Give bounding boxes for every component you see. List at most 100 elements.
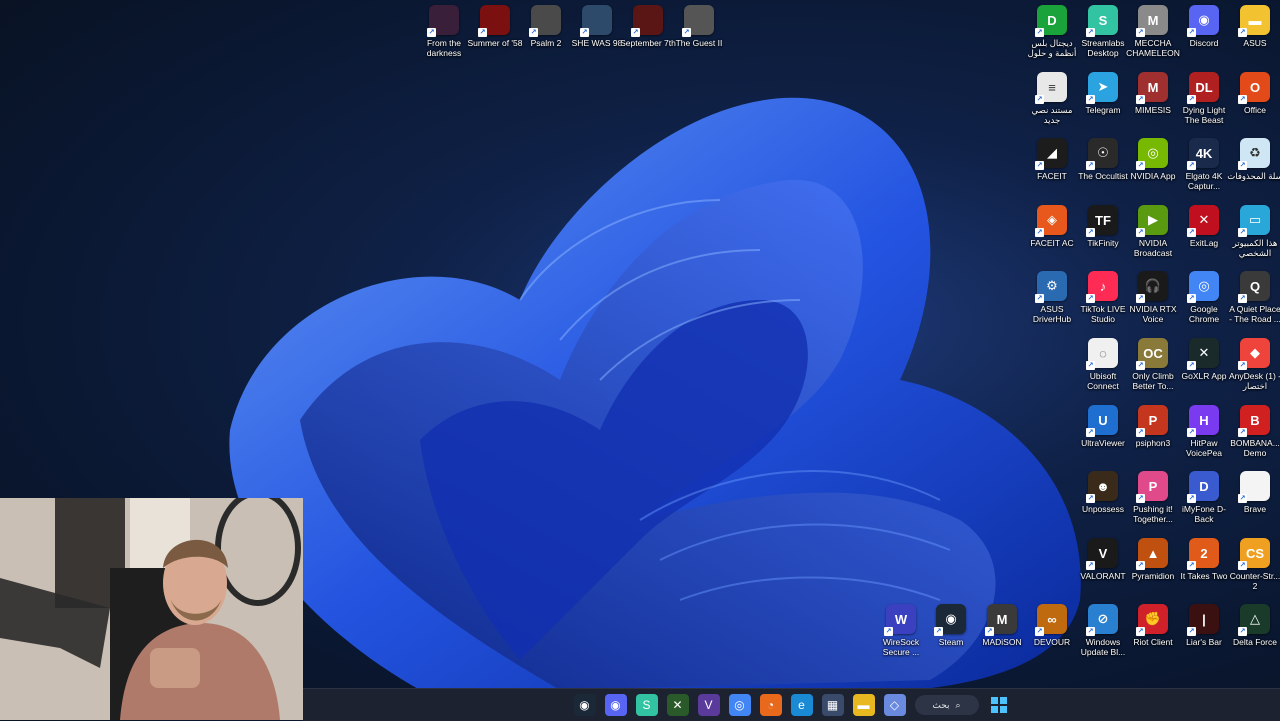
desktop-icon[interactable]: P ↗ Pushing it! Together... [1127,471,1179,524]
desktop-icon[interactable]: ◌ ↗ Ubisoft Connect [1077,338,1129,391]
desktop-icon[interactable]: ➤ ↗ Telegram [1077,72,1129,115]
taskbar-search[interactable]: بحث ⌕ [914,695,979,715]
faceit-icon: ◢ ↗ [1035,138,1067,170]
desktop-icon[interactable]: ↗ Psalm 2 [520,5,572,48]
desktop-icon[interactable]: ✊ ↗ Riot Client [1127,604,1179,647]
desktop-icon[interactable]: ↗ Summer of '58 [467,5,523,48]
tiktok-live-icon: ♪ ↗ [1086,271,1118,303]
streamlabs-taskbar-icon[interactable]: S [635,694,658,716]
desktop-icon[interactable]: ⚙ ↗ ASUS DriverHub [1026,271,1078,324]
desktop-icon[interactable]: ◎ ↗ Google Chrome [1178,271,1230,324]
desktop-icon[interactable]: S ↗ Streamlabs Desktop [1077,5,1129,58]
desktop-icon[interactable]: OC ↗ Only Climb Better To... [1127,338,1179,391]
xbox-taskbar-icon[interactable]: ✕ [666,694,689,716]
bombana-icon: B ↗ [1238,405,1270,437]
shortcut-arrow-icon: ↗ [1187,561,1196,570]
desktop-icon[interactable]: P ↗ psiphon3 [1127,405,1179,448]
desktop-icon-label: Brave [1243,504,1267,514]
desktop-icon[interactable]: B ↗ BOMBANA... Demo [1229,405,1280,458]
steam-icon: ◉ ↗ [934,604,966,636]
desktop-icon[interactable]: 2 ↗ It Takes Two [1178,538,1230,581]
desktop-icon[interactable]: ♻ ↗ سلة المحذوفات [1227,138,1280,181]
desktop-icon-label: GoXLR App [1181,371,1227,381]
desktop-icon-label: SHE WAS 98 [571,38,623,48]
shortcut-arrow-icon: ↗ [1187,28,1196,37]
desktop-icon[interactable]: ✕ ↗ GoXLR App [1178,338,1230,381]
desktop-icon[interactable]: CS ↗ Counter-Str... 2 [1229,538,1280,591]
desktop-icon[interactable]: ◎ ↗ NVIDIA App [1127,138,1179,181]
game-thumbnail-icon: ↗ [580,5,612,37]
desktop-icon[interactable]: ↗ The Guest II [673,5,725,48]
wiresock-icon: W ↗ [884,604,916,636]
desktop-icon[interactable]: ☻ ↗ Unpossess [1077,471,1129,514]
desktop-icon[interactable]: 🎧 ↗ NVIDIA RTX Voice [1127,271,1179,324]
desktop-icon[interactable]: M ↗ MECCHA CHAMELEON [1126,5,1180,58]
visual-studio-taskbar-icon[interactable]: V [697,694,720,716]
desktop-icon-label: Discord [1189,38,1219,48]
desktop-icon[interactable]: DL ↗ Dying Light The Beast [1178,72,1230,125]
windows-start-icon[interactable] [988,694,1010,716]
desktop-icon[interactable]: ◉ ↗ Steam [925,604,977,647]
desktop-icon[interactable]: Q ↗ A Quiet Place - The Road ... [1229,271,1280,324]
desktop-icon[interactable]: 4K ↗ Elgato 4K Captur... [1178,138,1230,191]
desktop-icon[interactable]: ↗ Brave [1229,471,1280,514]
shortcut-arrow-icon: ↗ [1035,28,1044,37]
desktop-icon[interactable]: ✕ ↗ ExitLag [1178,205,1230,248]
store-taskbar-icon[interactable]: ▦ [821,694,844,716]
desktop-icon[interactable]: ≡ ↗ مستند نصي جديد [1026,72,1078,125]
desktop-icon[interactable]: M ↗ MIMESIS [1127,72,1179,115]
shortcut-arrow-icon: ↗ [1086,428,1095,437]
desktop-icon[interactable]: TF ↗ TikFinity [1077,205,1129,248]
desktop-icon-label: Summer of '58 [467,38,523,48]
desktop-icon[interactable]: ⊘ ↗ Windows Update Bl... [1077,604,1129,657]
desktop-icon[interactable]: V ↗ VALORANT [1077,538,1129,581]
desktop-icon-label: WireSock Secure ... [882,637,920,657]
pushing-it-icon: P ↗ [1136,471,1168,503]
nvidia-icon: ◎ ↗ [1136,138,1168,170]
desktop-icon[interactable]: ↗ SHE WAS 98 [571,5,623,48]
desktop-icon-label: The Guest II [675,38,723,48]
discord-taskbar-icon[interactable]: ◉ [604,694,627,716]
desktop-icon[interactable]: ☉ ↗ The Occultist [1077,138,1129,181]
desktop-icon[interactable]: ↗ From the darkness [418,5,470,58]
chrome-taskbar-icon[interactable]: ◎ [728,694,751,716]
desktop-icon[interactable]: | ↗ Liar's Bar [1178,604,1230,647]
shortcut-arrow-icon: ↗ [1238,627,1247,636]
desktop-icon[interactable]: ◆ ↗ AnyDesk (1) - اختصار [1229,338,1280,391]
desktop-icon-label: NVIDIA RTX Voice [1129,304,1177,324]
desktop-icon[interactable]: ◢ ↗ FACEIT [1026,138,1078,181]
shortcut-arrow-icon: ↗ [1035,294,1044,303]
desktop-icon[interactable]: W ↗ WireSock Secure ... [875,604,927,657]
desktop-icon[interactable]: ▬ ↗ ASUS [1229,5,1280,48]
desktop-icon[interactable]: D ↗ ديجتال بلس أنظمة و حلول [1026,5,1078,58]
desktop-icon[interactable]: D ↗ iMyFone D-Back [1178,471,1230,524]
desktop-icon[interactable]: ♪ ↗ TikTok LIVE Studio [1077,271,1129,324]
desktop-icon[interactable]: O ↗ Office [1229,72,1280,115]
edge-taskbar-icon[interactable]: e [790,694,813,716]
steam-taskbar-icon[interactable]: ◉ [573,694,596,716]
desktop-icon-label: هذا الكمبيوتر الشخصي [1232,238,1278,258]
desktop-icon[interactable]: H ↗ HitPaw VoicePea [1178,405,1230,458]
desktop-icon[interactable]: ▶ ↗ NVIDIA Broadcast [1127,205,1179,258]
file-explorer-taskbar-icon[interactable]: ▬ [852,694,875,716]
desktop-icon-label: Only Climb Better To... [1132,371,1174,391]
desktop-icon[interactable]: ◈ ↗ FACEIT AC [1026,205,1078,248]
shortcut-arrow-icon: ↗ [1136,428,1145,437]
firefox-taskbar-icon[interactable]: ◔ [759,694,782,716]
desktop-icon[interactable]: M ↗ MADiSON [976,604,1028,647]
desktop-icon[interactable]: ∞ ↗ DEVOUR [1026,604,1078,647]
desktop-icon-label: Office [1243,105,1267,115]
desktop-icon[interactable]: ↗ September 7th [620,5,676,48]
game-thumbnail-icon: ↗ [682,5,714,37]
search-icon: ⌕ [955,699,961,710]
shortcut-arrow-icon: ↗ [1136,228,1145,237]
shortcut-arrow-icon: ↗ [1238,428,1247,437]
desktop-icon[interactable]: ◉ ↗ Discord [1178,5,1230,48]
desktop-icon[interactable]: ▲ ↗ Pyramidion [1127,538,1179,581]
desktop-icon[interactable]: △ ↗ Delta Force [1229,604,1280,647]
taskbar: ◉ ◉ S ✕ V ◎ ◔ e ▦ ▬ ◇ بحث ⌕ [303,688,1280,721]
copilot-taskbar-icon[interactable]: ◇ [883,694,906,716]
shortcut-arrow-icon: ↗ [427,28,436,37]
desktop-icon[interactable]: ▭ ↗ هذا الكمبيوتر الشخصي [1229,205,1280,258]
desktop-icon[interactable]: U ↗ UltraViewer [1077,405,1129,448]
